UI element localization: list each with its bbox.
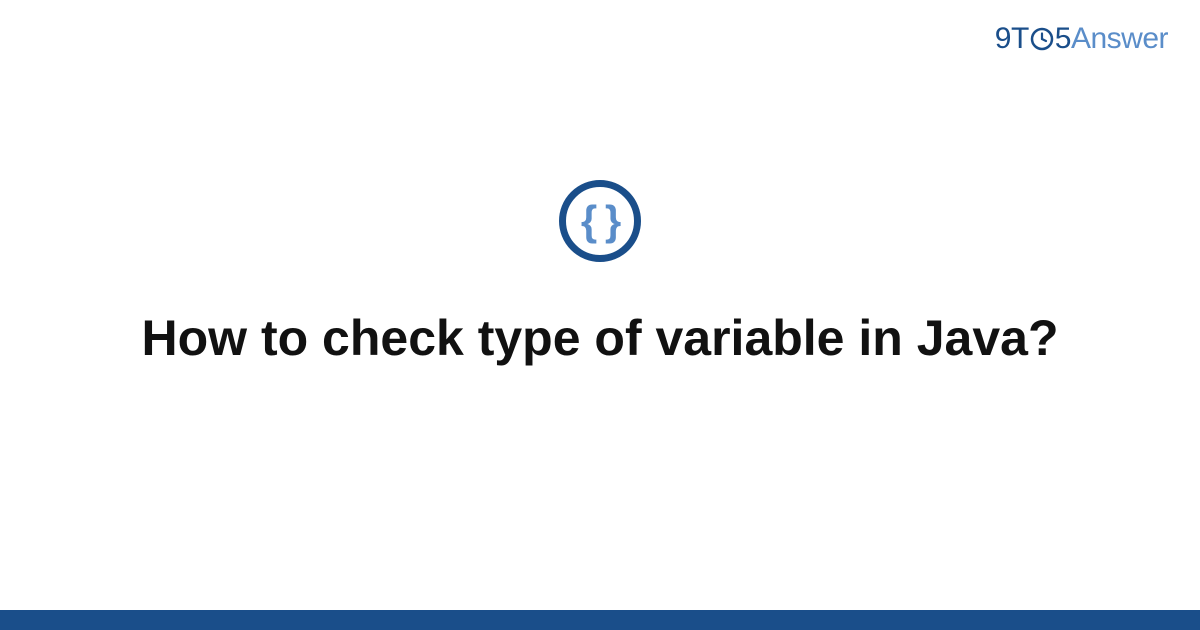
topic-icon-circle: { } [559, 180, 641, 262]
question-title: How to check type of variable in Java? [142, 306, 1059, 370]
footer-bar [0, 610, 1200, 630]
braces-icon: { } [581, 200, 619, 242]
main-content: { } How to check type of variable in Jav… [0, 0, 1200, 610]
